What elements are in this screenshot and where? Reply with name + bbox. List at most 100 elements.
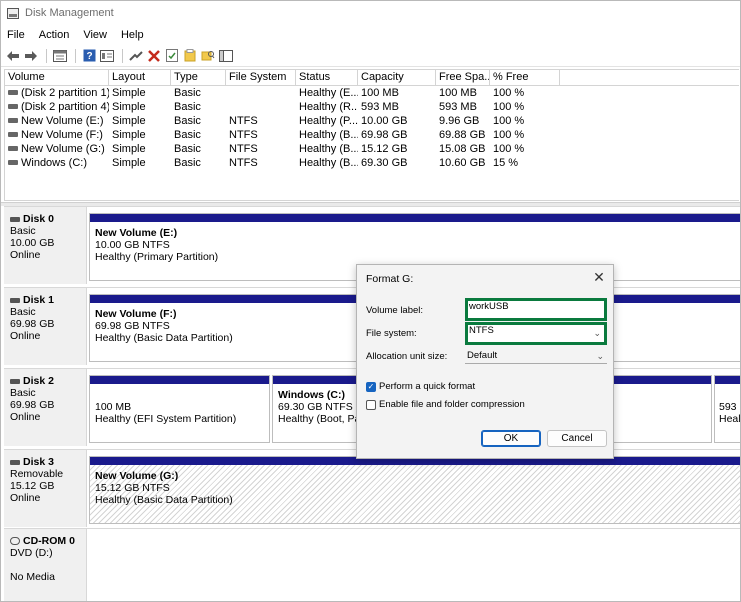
volume-icon xyxy=(8,159,18,165)
search-folder-icon[interactable] xyxy=(200,48,216,64)
disk-type: Basic xyxy=(10,225,36,237)
cell-type: Basic xyxy=(171,100,226,114)
chevron-down-icon: ⌄ xyxy=(596,351,604,361)
disk-info[interactable]: Disk 0 Basic 10.00 GB Online xyxy=(4,207,87,284)
cell-text: Simple xyxy=(112,129,146,141)
cell-volume: New Volume (F:) xyxy=(5,128,109,142)
cdrom-info[interactable]: CD-ROM 0 DVD (D:) No Media xyxy=(4,529,87,601)
cell-percent-free: 100 % xyxy=(490,128,560,142)
cell-free-space: 69.88 GB xyxy=(436,128,490,142)
check-icon[interactable] xyxy=(164,48,180,64)
menu-action[interactable]: Action xyxy=(39,29,70,41)
cell-text: Healthy (B... xyxy=(299,129,358,141)
allocation-unit-select[interactable]: Default ⌄ xyxy=(465,349,607,364)
column-header-file-system[interactable]: File System xyxy=(226,70,296,86)
cell-text: NTFS xyxy=(229,129,258,141)
cell-text: 100 MB xyxy=(439,87,477,99)
disk-type: Basic xyxy=(10,306,36,318)
quick-format-option[interactable]: ✓ Perform a quick format xyxy=(366,381,475,392)
cell-text: 15.08 GB xyxy=(439,143,486,155)
disk-status: Online xyxy=(10,411,41,423)
disk-info[interactable]: Disk 3 Removable 15.12 GB Online xyxy=(4,450,87,527)
volume-label-caption: Volume label: xyxy=(366,305,424,316)
column-header-layout[interactable]: Layout xyxy=(109,70,171,86)
volume-row[interactable]: New Volume (G:) Simple Basic NTFS Healthy (B… xyxy=(5,142,739,156)
compression-option[interactable]: Enable file and folder compression xyxy=(366,399,525,410)
partition-health: Healthy (Primary Partition) xyxy=(95,251,219,263)
cell-type: Basic xyxy=(171,114,226,128)
cell-volume: New Volume (E:) xyxy=(5,114,109,128)
cell-text: 9.96 GB xyxy=(439,115,480,127)
cell-text: 10.60 GB xyxy=(439,157,486,169)
cell-text: 100 % xyxy=(493,115,525,127)
cell-text: Basic xyxy=(174,101,201,113)
partition-size: 15.12 GB NTFS xyxy=(95,482,170,494)
close-icon[interactable]: ✕ xyxy=(591,269,607,285)
disk-type: Basic xyxy=(10,387,36,399)
cell-volume: New Volume (G:) xyxy=(5,142,109,156)
cell-text: Simple xyxy=(112,87,146,99)
volume-row[interactable]: (Disk 2 partition 4) Simple Basic Healthy (… xyxy=(5,100,739,114)
cell-text: Basic xyxy=(174,129,201,141)
column-header-capacity[interactable]: Capacity xyxy=(358,70,436,86)
partition-selected[interactable]: New Volume (G:) 15.12 GB NTFS Healthy (B… xyxy=(89,456,740,524)
cell-status: Healthy (P... xyxy=(296,114,358,128)
connect-icon[interactable] xyxy=(128,48,144,64)
menu-view[interactable]: View xyxy=(83,29,107,41)
compression-checkbox[interactable] xyxy=(366,399,376,410)
ok-button[interactable]: OK xyxy=(481,430,541,447)
cancel-button[interactable]: Cancel xyxy=(547,430,607,447)
disk-name: Disk 1 xyxy=(10,294,86,306)
cell-text: New Volume (F:) xyxy=(21,129,103,141)
cell-free-space: 10.60 GB xyxy=(436,156,490,170)
menu-help[interactable]: Help xyxy=(121,29,144,41)
menu-file[interactable]: File xyxy=(7,29,25,41)
file-system-select[interactable]: NTFS ⌄ xyxy=(465,322,607,345)
volume-list-body: (Disk 2 partition 1) Simple Basic Healthy (… xyxy=(5,86,739,170)
cell-percent-free: 15 % xyxy=(490,156,560,170)
cell-volume: (Disk 2 partition 1) xyxy=(5,86,109,100)
disk-info[interactable]: Disk 1 Basic 69.98 GB Online xyxy=(4,288,87,365)
cell-layout: Simple xyxy=(109,86,171,100)
cell-status: Healthy (E... xyxy=(296,86,358,100)
cell-text: Healthy (E... xyxy=(299,87,358,99)
partition[interactable]: 593 M Heal xyxy=(714,375,740,443)
quick-format-checkbox[interactable]: ✓ xyxy=(366,381,376,392)
volume-row[interactable]: New Volume (F:) Simple Basic NTFS Healthy (B… xyxy=(5,128,739,142)
cell-free-space: 593 MB xyxy=(436,100,490,114)
folder-icon[interactable] xyxy=(182,48,198,64)
column-header-percent-free[interactable]: % Free xyxy=(490,70,560,86)
help-icon[interactable]: ? xyxy=(81,48,97,64)
volume-row[interactable]: New Volume (E:) Simple Basic NTFS Healthy (P… xyxy=(5,114,739,128)
partition[interactable]: 100 MB Healthy (EFI System Partition) xyxy=(89,375,270,443)
disk-size: 69.98 GB xyxy=(10,399,55,411)
partition-size: 593 M xyxy=(719,401,740,413)
list-view-icon[interactable] xyxy=(99,48,115,64)
column-header-free-space[interactable]: Free Spa... xyxy=(436,70,490,86)
disk-row: Disk 3 Removable 15.12 GB Online New Vol… xyxy=(4,449,740,527)
cell-layout: Simple xyxy=(109,142,171,156)
column-header-volume[interactable]: Volume xyxy=(5,70,109,86)
disk-status: Online xyxy=(10,330,41,342)
forward-arrow-icon[interactable] xyxy=(23,48,39,64)
properties-icon[interactable] xyxy=(52,48,68,64)
cell-type: Basic xyxy=(171,128,226,142)
cell-text: (Disk 2 partition 4) xyxy=(21,101,109,113)
delete-icon[interactable] xyxy=(146,48,162,64)
console-icon[interactable] xyxy=(218,48,234,64)
disk-info[interactable]: Disk 2 Basic 69.98 GB Online xyxy=(4,369,87,446)
cell-text: 100 % xyxy=(493,143,525,155)
column-header-type[interactable]: Type xyxy=(171,70,226,86)
volume-row[interactable]: (Disk 2 partition 1) Simple Basic Healthy (… xyxy=(5,86,739,100)
quick-format-label: Perform a quick format xyxy=(379,381,476,392)
cell-text: New Volume (G:) xyxy=(21,143,105,155)
volume-row[interactable]: Windows (C:) Simple Basic NTFS Healthy (B...… xyxy=(5,156,739,170)
column-header-status[interactable]: Status xyxy=(296,70,358,86)
back-arrow-icon[interactable] xyxy=(5,48,21,64)
allocation-unit-caption: Allocation unit size: xyxy=(366,351,448,362)
volume-label-input[interactable]: workUSB xyxy=(465,298,607,321)
volume-icon xyxy=(8,117,18,123)
cell-status: Healthy (B... xyxy=(296,142,358,156)
volume-list-header: Volume Layout Type File System Status Ca… xyxy=(5,70,739,86)
cell-free-space: 100 MB xyxy=(436,86,490,100)
